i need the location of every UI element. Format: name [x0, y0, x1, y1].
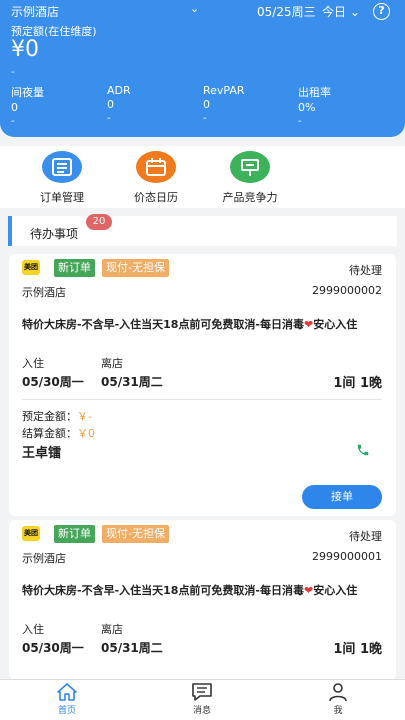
booking-amount-value: ¥0: [11, 37, 39, 62]
accept-order-button[interactable]: 接单: [302, 485, 382, 509]
settle-amount-label: 结算金额：: [22, 427, 77, 440]
checkin-label: 入住: [22, 357, 44, 370]
card-divider: [22, 399, 382, 400]
calendar-icon: [136, 151, 176, 183]
phone-icon[interactable]: [356, 442, 370, 461]
payment-tag: 现付-无担保: [102, 259, 169, 277]
menu-label: 产品竞争力: [222, 191, 278, 204]
quick-menu: 订单管理 价态日历 产品竞争力: [0, 146, 405, 208]
order-hotel-name: 示例酒店: [22, 552, 66, 565]
booking-amount-label: 预定金额：: [22, 410, 77, 423]
room-description: 特价大床房-不含早-入住当天18点前可免费取消-每日消毒❤安心入住: [22, 583, 382, 599]
stat-sub: -: [203, 113, 207, 124]
menu-price-calendar[interactable]: 价态日历: [116, 151, 196, 205]
order-card[interactable]: 美团 新订单 现付-无担保 待处理 示例酒店 2999000002 特价大床房-…: [9, 254, 396, 516]
message-icon: [192, 683, 212, 701]
menu-product-competitiveness[interactable]: 产品竞争力: [210, 151, 290, 205]
todo-header[interactable]: 待办事项 20: [8, 214, 397, 246]
stat-sub: -: [11, 116, 15, 127]
menu-order-management[interactable]: 订单管理: [22, 151, 102, 205]
tab-label: 消息: [192, 706, 211, 716]
hotel-selector[interactable]: 示例酒店: [11, 3, 59, 20]
room-description-tail: 安心入住: [313, 584, 358, 597]
date-display[interactable]: 05/25周三: [257, 3, 316, 20]
stat-occupancy: 出租率 0% -: [298, 84, 388, 127]
checkin-label: 入住: [22, 623, 44, 636]
today-label: 今日: [322, 5, 347, 19]
order-hotel-name: 示例酒店: [22, 286, 66, 299]
stat-label: ADR: [107, 84, 131, 97]
booking-amount-sub: -: [11, 67, 15, 78]
stat-adr: ADR 0 -: [107, 84, 197, 124]
guest-name: 王卓镭: [22, 446, 62, 461]
heart-icon: ❤: [304, 318, 314, 331]
todo-count-badge: 20: [86, 214, 112, 230]
room-description-text: 特价大床房-不含早-入住当天18点前可免费取消-每日消毒: [22, 318, 305, 331]
chevron-down-icon[interactable]: ⌄: [190, 2, 199, 15]
stat-value: 0: [203, 98, 210, 111]
booking-amount-row: 预定金额：￥-: [22, 408, 92, 424]
checkout-label: 离店: [101, 623, 123, 636]
tab-messages[interactable]: 消息: [172, 682, 232, 716]
checkout-label: 离店: [101, 357, 123, 370]
room-description-tail: 安心入住: [313, 318, 358, 331]
order-number: 2999000001: [312, 550, 382, 563]
settle-amount-row: 结算金额：￥0: [22, 425, 95, 441]
new-order-tag: 新订单: [54, 259, 95, 277]
stat-revpar: RevPAR 0 -: [203, 84, 293, 124]
order-card[interactable]: 美团 新订单 现付-无担保 待处理 示例酒店 2999000001 特价大床房-…: [9, 520, 396, 680]
menu-label: 价态日历: [134, 191, 178, 204]
menu-label: 订单管理: [40, 191, 84, 204]
order-status: 待处理: [349, 264, 382, 277]
bottom-tab-bar: 首页 消息 我: [0, 679, 405, 720]
stat-sub: -: [298, 116, 302, 127]
checkout-date: 05/31周二: [101, 375, 163, 389]
stat-label: 出租率: [298, 86, 331, 99]
room-description-text: 特价大床房-不含早-入住当天18点前可免费取消-每日消毒: [22, 584, 305, 597]
stat-sub: -: [107, 113, 111, 124]
order-status: 待处理: [349, 530, 382, 543]
header-panel: 示例酒店 ⌄ 05/25周三 今日 ⌄ ? 预定额(在住维度) ¥0 - 间夜量…: [0, 0, 405, 137]
tab-me[interactable]: 我: [308, 682, 368, 716]
payment-tag: 现付-无担保: [102, 525, 169, 543]
tab-home[interactable]: 首页: [37, 682, 97, 716]
stat-value: 0%: [298, 101, 316, 114]
stat-value: 0: [11, 101, 18, 114]
rooms-nights: 1间 1晚: [333, 376, 382, 391]
meituan-logo-icon: 美团: [22, 526, 40, 541]
checkin-date: 05/30周一: [22, 375, 84, 389]
booking-amount-value: ￥-: [77, 410, 92, 423]
stat-label: 间夜量: [11, 86, 44, 99]
help-icon[interactable]: ?: [373, 3, 390, 20]
stat-label: RevPAR: [203, 84, 245, 97]
user-icon: [329, 683, 347, 702]
home-icon: [57, 683, 77, 701]
product-sign-icon: [230, 151, 270, 183]
new-order-tag: 新订单: [54, 525, 95, 543]
checkout-date: 05/31周二: [101, 641, 163, 655]
stat-room-nights: 间夜量 0 -: [11, 84, 101, 127]
tab-label: 我: [333, 706, 343, 716]
order-number: 2999000002: [312, 284, 382, 297]
heart-icon: ❤: [304, 584, 314, 597]
checkin-date: 05/30周一: [22, 641, 84, 655]
rooms-nights: 1间 1晚: [333, 642, 382, 657]
room-description: 特价大床房-不含早-入住当天18点前可免费取消-每日消毒❤安心入住: [22, 317, 382, 333]
stat-value: 0: [107, 98, 114, 111]
header-top-row: 示例酒店 ⌄ 05/25周三 今日 ⌄ ?: [0, 2, 405, 20]
today-selector[interactable]: 今日 ⌄: [322, 3, 360, 20]
todo-label: 待办事项: [30, 227, 79, 241]
meituan-logo-icon: 美团: [22, 260, 40, 275]
order-list-icon: [42, 151, 82, 183]
tab-label: 首页: [57, 706, 76, 716]
settle-amount-value: ￥0: [77, 427, 95, 440]
